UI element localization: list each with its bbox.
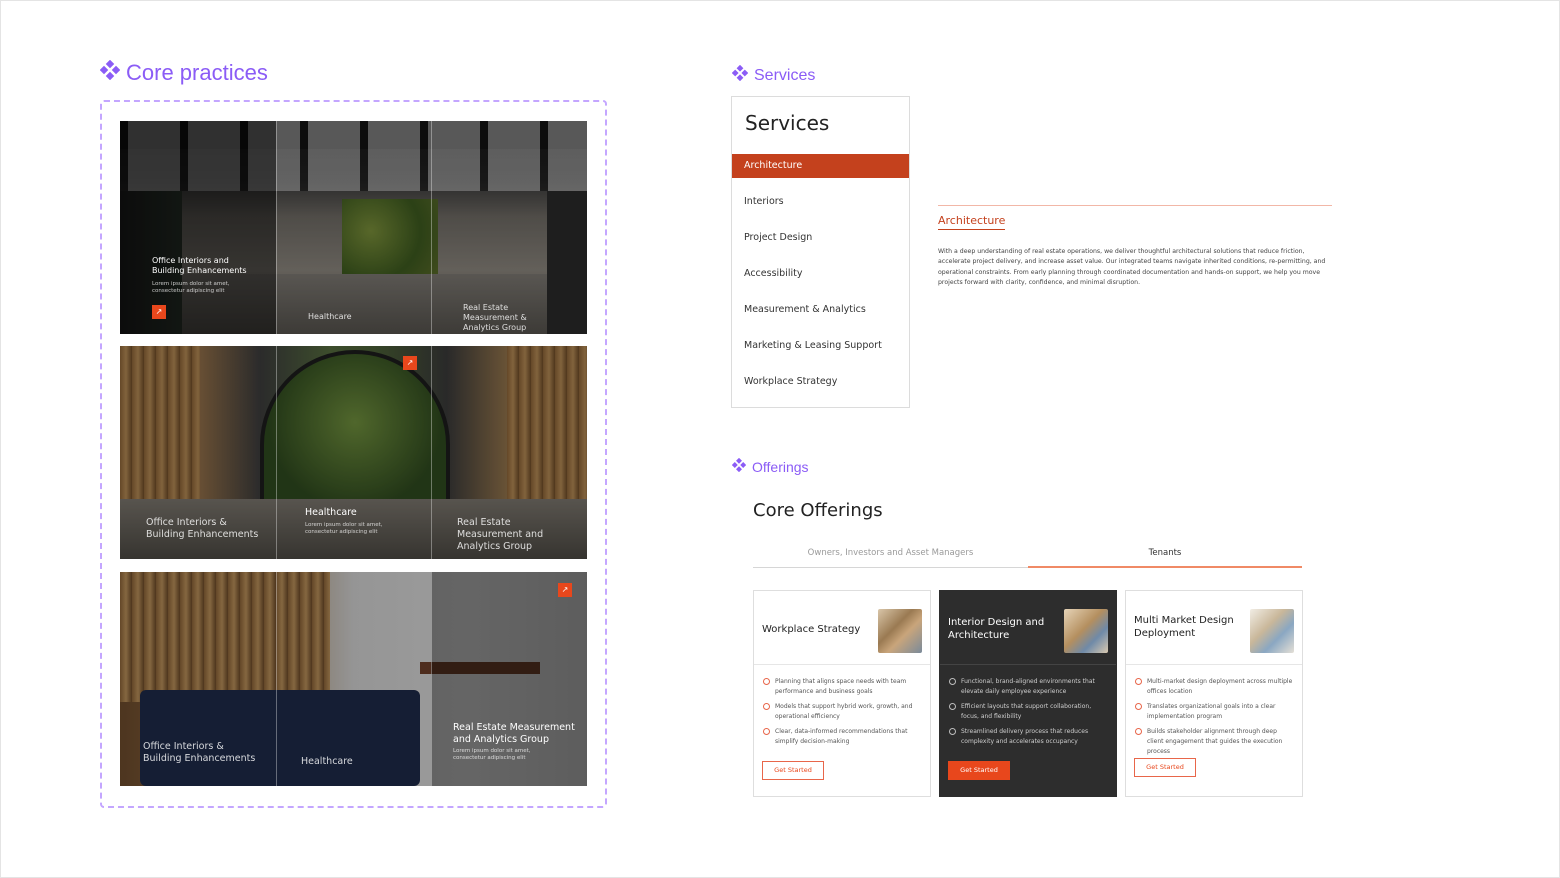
offerings-label: Offerings bbox=[731, 457, 809, 475]
service-item-marketing[interactable]: Marketing & Leasing Support bbox=[732, 334, 909, 358]
practice-description: Lorem ipsum dolor sit amet, consectetur … bbox=[152, 281, 230, 294]
offering-title: Interior Design and Architecture bbox=[948, 617, 1045, 641]
list-item: Planning that aligns space needs with te… bbox=[762, 677, 922, 697]
divider bbox=[938, 205, 1332, 206]
list-item: Translates organizational goals into a c… bbox=[1134, 702, 1294, 722]
tab-owners-investors[interactable]: Owners, Investors and Asset Managers bbox=[753, 546, 1028, 568]
bullet-icon bbox=[949, 703, 956, 710]
offering-title: Workplace Strategy bbox=[762, 624, 861, 635]
list-item: Clear, data-informed recommendations tha… bbox=[762, 727, 922, 747]
arrow-up-right-icon[interactable]: ↗ bbox=[403, 356, 417, 370]
offering-thumbnail bbox=[1250, 609, 1294, 653]
practice-title: Real Estate Measurement and Analytics Gr… bbox=[453, 722, 575, 745]
offering-card-workplace: Workplace Strategy Planning that aligns … bbox=[753, 590, 931, 797]
service-item-interiors[interactable]: Interiors bbox=[732, 190, 909, 214]
list-item: Efficient layouts that support collabora… bbox=[948, 702, 1108, 722]
arrow-up-right-icon[interactable]: ↗ bbox=[558, 583, 572, 597]
component-icon bbox=[99, 59, 121, 86]
bullet-icon bbox=[763, 728, 770, 735]
services-section-title: Services bbox=[754, 66, 816, 84]
practice-title: Real Estate Measurement and Analytics Gr… bbox=[457, 517, 544, 552]
practice-title: Office Interiors and Building Enhancemen… bbox=[152, 256, 247, 275]
service-detail-title: Architecture bbox=[938, 214, 1006, 230]
get-started-button[interactable]: Get Started bbox=[1134, 758, 1196, 777]
component-icon bbox=[731, 64, 749, 86]
practice-card-2[interactable]: Office Interiors & Building Enhancements… bbox=[120, 346, 587, 559]
service-item-measurement[interactable]: Measurement & Analytics bbox=[732, 298, 909, 322]
component-icon bbox=[731, 457, 747, 475]
offering-thumbnail bbox=[1064, 609, 1108, 653]
practice-description: Lorem ipsum dolor sit amet, consectetur … bbox=[453, 748, 531, 761]
service-item-workplace[interactable]: Workplace Strategy bbox=[732, 370, 909, 394]
offering-points: Planning that aligns space needs with te… bbox=[762, 677, 922, 752]
service-item-architecture[interactable]: Architecture bbox=[732, 154, 909, 178]
list-item: Models that support hybrid work, growth,… bbox=[762, 702, 922, 722]
offering-title: Multi Market Design Deployment bbox=[1134, 615, 1234, 639]
practice-description: Lorem ipsum dolor sit amet, consectetur … bbox=[305, 522, 383, 535]
offering-thumbnail bbox=[878, 609, 922, 653]
tab-tenants[interactable]: Tenants bbox=[1028, 546, 1302, 568]
practice-card-1[interactable]: Office Interiors and Building Enhancemen… bbox=[120, 121, 587, 334]
offering-card-interior-design: Interior Design and Architecture Functio… bbox=[939, 590, 1117, 797]
get-started-button[interactable]: Get Started bbox=[762, 761, 824, 780]
core-practices-title: Core practices bbox=[126, 60, 268, 85]
practice-card-3[interactable]: Office Interiors & Building Enhancements… bbox=[120, 572, 587, 786]
core-practices-label: Core practices bbox=[99, 59, 268, 86]
practice-title: Healthcare bbox=[301, 756, 353, 767]
bullet-icon bbox=[1135, 703, 1142, 710]
practice-title: Healthcare bbox=[308, 312, 352, 321]
list-item: Functional, brand-aligned environments t… bbox=[948, 677, 1108, 697]
offerings-section-title: Offerings bbox=[752, 458, 809, 475]
bullet-icon bbox=[949, 678, 956, 685]
services-panel-title: Services bbox=[745, 111, 830, 135]
offering-card-multi-market: Multi Market Design Deployment Multi-mar… bbox=[1125, 590, 1303, 797]
practice-title: Real Estate Measurement & Analytics Grou… bbox=[463, 303, 527, 332]
bullet-icon bbox=[1135, 678, 1142, 685]
bullet-icon bbox=[949, 728, 956, 735]
services-label: Services bbox=[731, 64, 816, 86]
service-detail-body: With a deep understanding of real estate… bbox=[938, 248, 1326, 286]
service-item-project-design[interactable]: Project Design bbox=[732, 226, 909, 250]
bullet-icon bbox=[763, 678, 770, 685]
practice-title: Healthcare bbox=[305, 507, 357, 518]
offering-points: Multi-market design deployment across mu… bbox=[1134, 677, 1294, 762]
arrow-up-right-icon[interactable]: ↗ bbox=[152, 305, 166, 319]
practice-title: Office Interiors & Building Enhancements bbox=[146, 517, 259, 540]
bullet-icon bbox=[1135, 728, 1142, 735]
get-started-button[interactable]: Get Started bbox=[948, 761, 1010, 780]
services-panel: Services Architecture Interiors Project … bbox=[731, 96, 910, 408]
bullet-icon bbox=[763, 703, 770, 710]
offering-points: Functional, brand-aligned environments t… bbox=[948, 677, 1108, 752]
list-item: Streamlined delivery process that reduce… bbox=[948, 727, 1108, 747]
list-item: Builds stakeholder alignment through dee… bbox=[1134, 727, 1294, 757]
core-offerings-title: Core Offerings bbox=[753, 500, 883, 521]
list-item: Multi-market design deployment across mu… bbox=[1134, 677, 1294, 697]
practice-title: Office Interiors & Building Enhancements bbox=[143, 741, 256, 764]
service-item-accessibility[interactable]: Accessibility bbox=[732, 262, 909, 286]
